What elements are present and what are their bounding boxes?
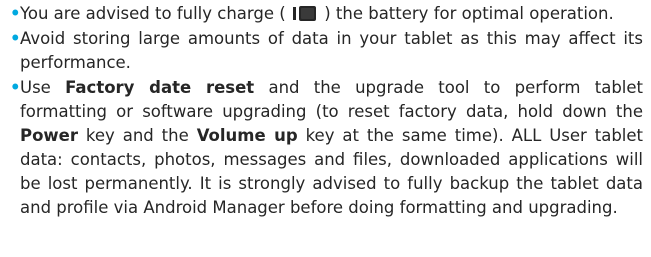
bullet-marker: •: [10, 78, 21, 97]
battery-full-icon: [292, 6, 317, 21]
reset-text-3: key and the: [78, 126, 197, 145]
power-key-term: Power: [20, 126, 78, 145]
storage-text: Avoid storing large amounts of data in y…: [20, 29, 643, 72]
list-item-storage: • Avoid storing large amounts of data in…: [10, 27, 643, 75]
volume-up-key-term: Volume up: [196, 126, 298, 145]
bullet-marker: •: [10, 4, 21, 23]
charge-text-end: ) the battery for optimal operation.: [324, 4, 614, 23]
charge-text-start: You are advised to fully charge (: [20, 4, 286, 23]
tips-list: • You are advised to fully charge ( ) th…: [10, 2, 643, 220]
document-page: • You are advised to fully charge ( ) th…: [0, 0, 651, 257]
list-item-charge: • You are advised to fully charge ( ) th…: [10, 2, 643, 26]
list-item-factory-reset: • Use Factory date reset and the upgrade…: [10, 76, 643, 220]
bullet-marker: •: [10, 29, 21, 48]
factory-reset-term: Factory date reset: [65, 78, 255, 97]
reset-text-1: Use: [20, 78, 66, 97]
